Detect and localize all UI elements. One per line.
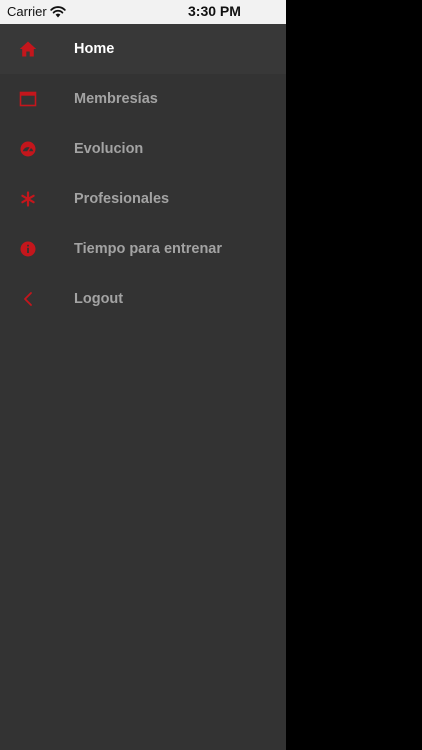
- calendar-icon: [18, 90, 38, 108]
- menu-item-logout[interactable]: Logout: [0, 274, 286, 324]
- carrier-label: Carrier: [7, 4, 47, 19]
- menu-item-evolucion[interactable]: Evolucion: [0, 124, 286, 174]
- menu-item-label: Evolucion: [74, 141, 144, 157]
- menu-item-label: Home: [74, 41, 115, 57]
- drawer-backdrop[interactable]: [286, 0, 422, 750]
- wifi-icon: [50, 5, 66, 18]
- menu-item-membresias[interactable]: Membresías: [0, 74, 286, 124]
- navigation-drawer: Carrier 3:30 PM Home Membresías Evolucio…: [0, 0, 286, 750]
- menu-item-label: Logout: [74, 291, 124, 307]
- chevron-left-icon: [18, 290, 38, 308]
- menu-item-label: Tiempo para entrenar: [74, 241, 223, 257]
- status-bar: Carrier 3:30 PM: [0, 0, 286, 24]
- home-icon: [18, 40, 38, 58]
- menu-item-profesionales[interactable]: Profesionales: [0, 174, 286, 224]
- menu-item-tiempo-para-entrenar[interactable]: Tiempo para entrenar: [0, 224, 286, 274]
- app-screen: Carrier 3:30 PM Home Membresías Evolucio…: [0, 0, 422, 750]
- gauge-icon: [18, 140, 38, 158]
- drawer-menu: Home Membresías Evolucion Profesionales …: [0, 24, 286, 324]
- info-circle-icon: [18, 240, 38, 258]
- menu-item-label: Membresías: [74, 91, 158, 107]
- status-time: 3:30 PM: [188, 3, 241, 19]
- menu-item-label: Profesionales: [74, 191, 170, 207]
- asterisk-icon: [18, 190, 38, 208]
- menu-item-home[interactable]: Home: [0, 24, 286, 74]
